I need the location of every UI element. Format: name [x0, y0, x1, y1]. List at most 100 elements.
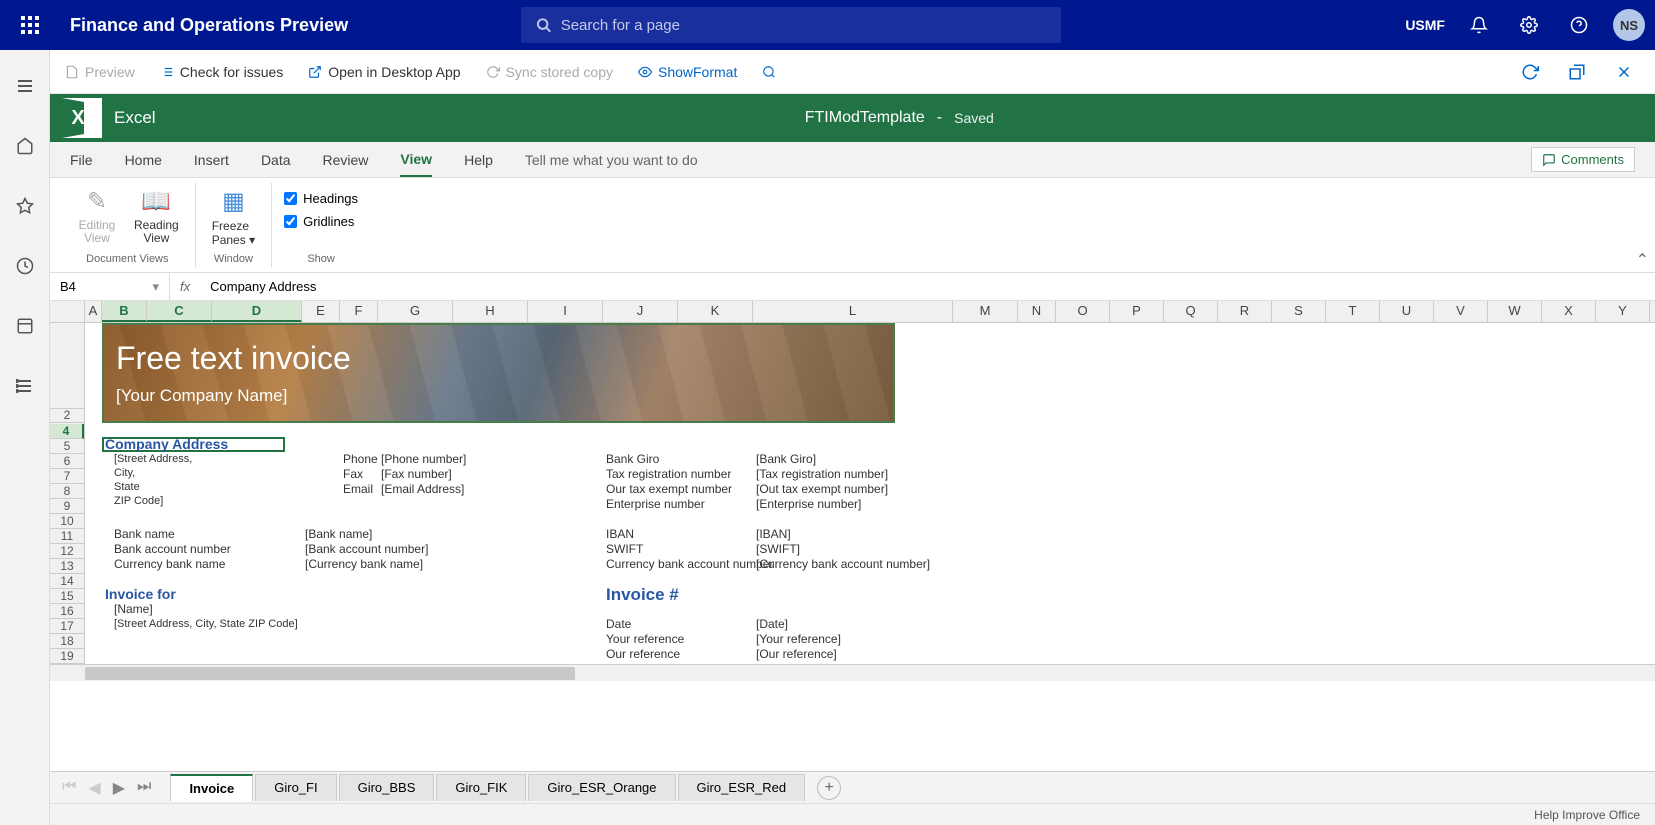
tab-help[interactable]: Help: [464, 144, 493, 176]
freeze-panes-button[interactable]: ▦Freeze Panes ▾: [208, 183, 259, 251]
row-header[interactable]: 15: [50, 589, 84, 604]
column-header[interactable]: S: [1272, 301, 1326, 322]
row-header[interactable]: 7: [50, 469, 84, 484]
gridlines-checkbox[interactable]: Gridlines: [284, 214, 358, 229]
column-header[interactable]: E: [302, 301, 340, 322]
column-header[interactable]: T: [1326, 301, 1380, 322]
column-header[interactable]: A: [85, 301, 102, 322]
home-icon[interactable]: [9, 130, 41, 162]
column-header[interactable]: K: [678, 301, 753, 322]
cell-value[interactable]: [Bank account number]: [305, 542, 428, 557]
column-header[interactable]: D: [212, 301, 302, 322]
cell-value[interactable]: [SWIFT]: [756, 542, 800, 557]
fx-icon[interactable]: fx: [170, 279, 200, 294]
popout-button[interactable]: [1561, 56, 1593, 88]
name-box[interactable]: B4▾: [50, 273, 170, 300]
scrollbar-thumb[interactable]: [85, 667, 575, 680]
document-name[interactable]: FTIModTemplate: [805, 109, 925, 127]
column-header[interactable]: J: [603, 301, 678, 322]
tab-data[interactable]: Data: [261, 144, 291, 176]
column-header[interactable]: C: [147, 301, 212, 322]
row-header[interactable]: 10: [50, 514, 84, 529]
row-header[interactable]: 11: [50, 529, 84, 544]
cell-value[interactable]: [Name]: [114, 602, 153, 617]
cell-value[interactable]: [Fax number]: [381, 467, 452, 482]
cell-value[interactable]: [Phone number]: [381, 452, 466, 467]
reading-view-button[interactable]: 📖Reading View: [130, 183, 183, 249]
column-header[interactable]: H: [453, 301, 528, 322]
cell-value[interactable]: Email: [343, 482, 373, 497]
search-toolbar-button[interactable]: [762, 65, 776, 79]
help-icon[interactable]: [1563, 9, 1595, 41]
cell-value[interactable]: Our reference: [606, 647, 680, 662]
cell-value[interactable]: [Tax registration number]: [756, 467, 888, 482]
tab-home[interactable]: Home: [125, 144, 162, 176]
column-header[interactable]: I: [528, 301, 603, 322]
cell-value[interactable]: [IBAN]: [756, 527, 791, 542]
search-box[interactable]: [521, 7, 1061, 43]
modules-icon[interactable]: [9, 370, 41, 402]
column-header[interactable]: P: [1110, 301, 1164, 322]
column-header[interactable]: X: [1542, 301, 1596, 322]
select-all-corner[interactable]: [50, 301, 85, 322]
column-header[interactable]: M: [953, 301, 1018, 322]
cell-value[interactable]: Bank account number: [114, 542, 231, 557]
cell-value[interactable]: [Street Address, City, State ZIP Code]: [114, 617, 298, 632]
cell-value[interactable]: Fax: [343, 467, 363, 482]
cell-value[interactable]: Our tax exempt number: [606, 482, 732, 497]
column-header[interactable]: B: [102, 301, 147, 322]
cell-value[interactable]: [Currency bank name]: [305, 557, 423, 572]
cell-value[interactable]: [Your reference]: [756, 632, 841, 647]
tab-insert[interactable]: Insert: [194, 144, 229, 176]
column-header[interactable]: O: [1056, 301, 1110, 322]
show-format-button[interactable]: ShowFormat: [638, 64, 737, 80]
cell-value[interactable]: Enterprise number: [606, 497, 705, 512]
sheet-tab[interactable]: Giro_ESR_Orange: [528, 774, 675, 801]
cell-value[interactable]: [Enterprise number]: [756, 497, 861, 512]
comments-button[interactable]: Comments: [1531, 147, 1635, 172]
section-header[interactable]: Company Address: [105, 437, 228, 452]
cell-value[interactable]: Date: [606, 617, 631, 632]
row-header[interactable]: 8: [50, 484, 84, 499]
formula-input[interactable]: [200, 279, 1655, 294]
notifications-icon[interactable]: [1463, 9, 1495, 41]
refresh-button[interactable]: [1514, 56, 1546, 88]
hamburger-icon[interactable]: [9, 70, 41, 102]
cell-value[interactable]: [Date]: [756, 617, 788, 632]
row-header[interactable]: 2: [50, 408, 84, 409]
column-header[interactable]: W: [1488, 301, 1542, 322]
settings-icon[interactable]: [1513, 9, 1545, 41]
search-input[interactable]: [561, 17, 1046, 34]
tab-view[interactable]: View: [400, 143, 432, 177]
row-header[interactable]: 13: [50, 559, 84, 574]
cell-value[interactable]: Bank Giro: [606, 452, 659, 467]
cell-value[interactable]: IBAN: [606, 527, 634, 542]
row-header[interactable]: 9: [50, 499, 84, 514]
sheet-tab[interactable]: Giro_FI: [255, 774, 336, 801]
open-desktop-button[interactable]: Open in Desktop App: [308, 64, 460, 80]
section-header[interactable]: Invoice #: [606, 587, 679, 602]
column-header[interactable]: L: [753, 301, 953, 322]
tab-file[interactable]: File: [70, 144, 93, 176]
column-header[interactable]: R: [1218, 301, 1272, 322]
column-header[interactable]: Q: [1164, 301, 1218, 322]
favorites-icon[interactable]: [9, 190, 41, 222]
row-header[interactable]: 18: [50, 634, 84, 649]
cell-value[interactable]: [Email Address]: [381, 482, 464, 497]
tab-review[interactable]: Review: [323, 144, 369, 176]
legal-entity[interactable]: USMF: [1405, 17, 1445, 33]
cell-value[interactable]: [Out tax exempt number]: [756, 482, 888, 497]
row-header[interactable]: 19: [50, 649, 84, 664]
cell-value[interactable]: [Currency bank account number]: [756, 557, 930, 572]
sheet-tab[interactable]: Giro_BBS: [339, 774, 435, 801]
section-header[interactable]: Invoice for: [105, 587, 176, 602]
row-header[interactable]: 6: [50, 454, 84, 469]
sheet-tab[interactable]: Giro_FIK: [436, 774, 526, 801]
cell-value[interactable]: Bank name: [114, 527, 175, 542]
tell-me-input[interactable]: Tell me what you want to do: [525, 144, 698, 176]
column-header[interactable]: F: [340, 301, 378, 322]
cell-value[interactable]: [Our reference]: [756, 647, 837, 662]
sheet-nav-last-icon[interactable]: ⏭: [135, 776, 153, 800]
close-button[interactable]: [1608, 56, 1640, 88]
sheet-nav-next-icon[interactable]: ▶: [111, 776, 127, 800]
